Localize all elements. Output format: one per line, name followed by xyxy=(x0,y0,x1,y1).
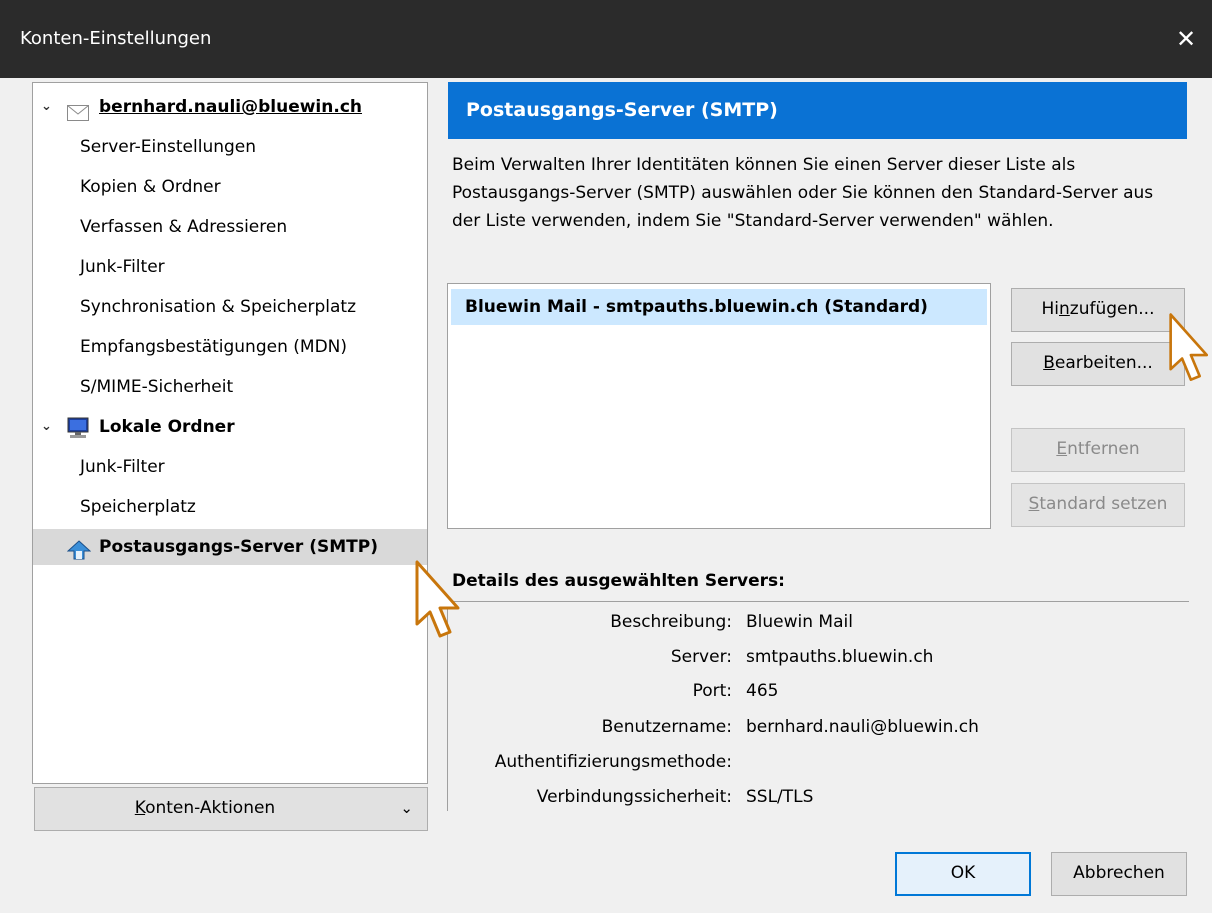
chevron-down-icon: ⌄ xyxy=(400,799,413,817)
outgoing-server-icon xyxy=(66,537,92,573)
account-label: Lokale Ordner xyxy=(99,417,235,437)
title-bar: Konten-Einstellungen ✕ xyxy=(0,0,1212,78)
account-tree[interactable]: ⌄ bernhard.nauli@bluewin.ch Server-Einst… xyxy=(32,82,428,784)
tree-item-junk-filter[interactable]: Junk-Filter xyxy=(33,249,427,285)
ok-button[interactable]: OK xyxy=(895,852,1031,896)
tree-item-outgoing-server[interactable]: Postausgangs-Server (SMTP) xyxy=(33,529,427,565)
remove-server-button[interactable]: Entfernen xyxy=(1011,428,1185,472)
panel-description: Beim Verwalten Ihrer Identitäten können … xyxy=(452,155,1154,231)
tree-item-composition[interactable]: Verfassen & Adressieren xyxy=(33,209,427,245)
detail-row-username: Benutzername: bernhard.nauli@bluewin.ch xyxy=(601,717,979,737)
tree-item-sync-storage[interactable]: Synchronisation & Speicherplatz xyxy=(33,289,427,325)
detail-row-auth-method: Authentifizierungsmethode: xyxy=(494,752,732,772)
tree-item-receipts[interactable]: Empfangsbestätigungen (MDN) xyxy=(33,329,427,365)
pointer-cursor-icon xyxy=(1169,313,1209,381)
tree-item-local-junk-filter[interactable]: Junk-Filter xyxy=(33,449,427,485)
details-title: Details des ausgewählten Servers: xyxy=(452,571,785,591)
chevron-down-icon[interactable]: ⌄ xyxy=(41,409,52,445)
smtp-server-list[interactable]: Bluewin Mail - smtpauths.bluewin.ch (Sta… xyxy=(447,283,991,529)
server-details: Beschreibung: Bluewin Mail Server: smtpaut… xyxy=(447,601,1189,811)
list-item[interactable]: Bluewin Mail - smtpauths.bluewin.ch (Sta… xyxy=(451,289,987,325)
account-label: bernhard.nauli@bluewin.ch xyxy=(99,97,363,117)
detail-row-server: Server: smtpauths.bluewin.ch xyxy=(670,647,934,667)
outgoing-server-label: Postausgangs-Server (SMTP) xyxy=(99,537,378,557)
tree-item-smime[interactable]: S/MIME-Sicherheit xyxy=(33,369,427,405)
local-folders-icon xyxy=(67,416,89,452)
edit-server-button[interactable]: Bearbeiten... xyxy=(1011,342,1185,386)
tree-item-copies-folders[interactable]: Kopien & Ordner xyxy=(33,169,427,205)
window-title: Konten-Einstellungen xyxy=(20,28,212,49)
account-actions-button[interactable]: Konten-Aktionen ⌄ xyxy=(34,787,428,831)
tree-account-bluewin[interactable]: ⌄ bernhard.nauli@bluewin.ch xyxy=(33,89,427,125)
add-server-button[interactable]: Hinzufügen... xyxy=(1011,288,1185,332)
tree-item-local-storage[interactable]: Speicherplatz xyxy=(33,489,427,525)
page-title: Postausgangs-Server (SMTP) xyxy=(448,82,1187,139)
detail-row-port: Port: 465 xyxy=(692,681,779,701)
detail-row-security: Verbindungssicherheit: SSL/TLS xyxy=(536,787,814,807)
chevron-down-icon[interactable]: ⌄ xyxy=(41,89,52,125)
tree-item-server-settings[interactable]: Server-Einstellungen xyxy=(33,129,427,165)
detail-row-description: Beschreibung: Bluewin Mail xyxy=(610,612,853,632)
cancel-button[interactable]: Abbrechen xyxy=(1051,852,1187,896)
close-icon[interactable]: ✕ xyxy=(1160,18,1212,60)
pointer-cursor-icon xyxy=(415,560,460,638)
tree-account-local-folders[interactable]: ⌄ Lokale Ordner xyxy=(33,409,427,445)
set-default-button[interactable]: Standard setzen xyxy=(1011,483,1185,527)
